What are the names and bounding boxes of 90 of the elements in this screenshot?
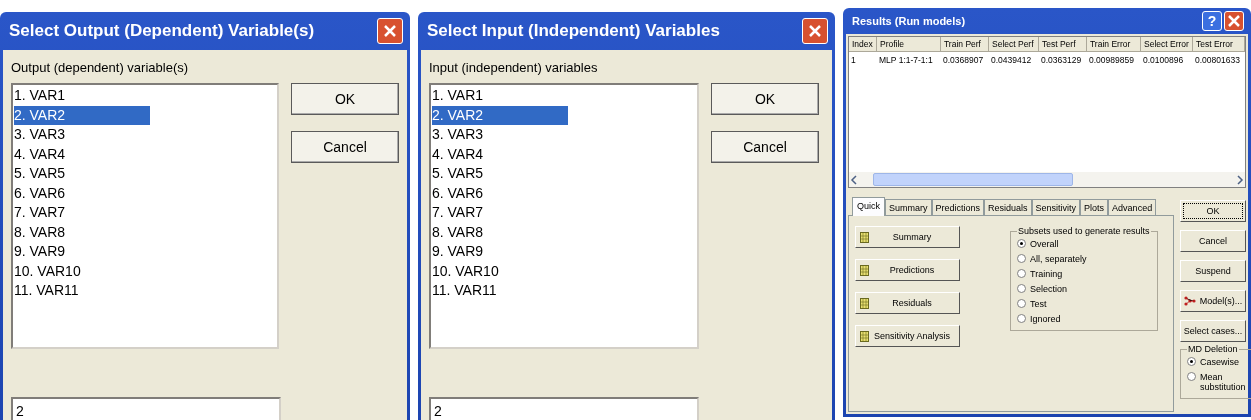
cancel-button[interactable]: Cancel: [291, 131, 399, 163]
help-button[interactable]: ?: [1202, 11, 1222, 31]
radio-option[interactable]: Mean substitution: [1187, 372, 1246, 392]
close-button[interactable]: [1224, 11, 1244, 31]
ok-button[interactable]: OK: [711, 83, 819, 115]
close-icon: [809, 25, 821, 37]
list-item[interactable]: 3. VAR3: [14, 125, 150, 145]
column-header[interactable]: Profile: [877, 37, 941, 52]
list-item[interactable]: 10. VAR10: [432, 261, 568, 281]
table-cell-text: 0.00989859: [1088, 54, 1135, 67]
grid-icon: [860, 297, 869, 309]
column-header[interactable]: Select Error: [1141, 37, 1193, 52]
list-item[interactable]: 4. VAR4: [432, 144, 568, 164]
close-button[interactable]: [377, 18, 403, 44]
window-title: Select Output (Dependent) Variable(s): [9, 21, 315, 41]
grid-icon: [860, 330, 869, 342]
table-cell-text: MLP 1:1-7-1:1: [878, 54, 934, 67]
column-header[interactable]: Index: [849, 37, 877, 52]
tab[interactable]: Plots: [1080, 199, 1109, 216]
tab[interactable]: Quick: [852, 197, 885, 216]
list-item[interactable]: 11. VAR11: [432, 281, 568, 301]
radio-option[interactable]: Training: [1017, 269, 1151, 279]
radio-option[interactable]: Casewise: [1187, 357, 1246, 367]
group-title: Subsets used to generate results: [1017, 226, 1151, 236]
radio-option[interactable]: All, separately: [1017, 254, 1151, 264]
list-item[interactable]: 10. VAR10: [14, 261, 150, 281]
list-item[interactable]: 5. VAR5: [14, 164, 150, 184]
list-item[interactable]: 5. VAR5: [432, 164, 568, 184]
report-button[interactable]: Sensitivity Analysis: [855, 325, 960, 347]
list-item[interactable]: 8. VAR8: [14, 222, 150, 242]
dialog-button[interactable]: Cancel: [1180, 230, 1246, 252]
column-header[interactable]: Select Perf: [989, 37, 1039, 52]
input-field[interactable]: 2: [11, 397, 281, 420]
models-button[interactable]: Model(s)...: [1180, 290, 1246, 312]
column-header[interactable]: Test Perf: [1039, 37, 1087, 52]
list-item[interactable]: 2. VAR2: [432, 105, 568, 125]
input-field[interactable]: 2: [429, 397, 699, 420]
scroll-right-icon[interactable]: [1235, 173, 1245, 186]
tab[interactable]: Predictions: [931, 199, 985, 216]
list-item[interactable]: 9. VAR9: [432, 242, 568, 262]
column-header[interactable]: Train Error: [1087, 37, 1141, 52]
list-item[interactable]: 1. VAR1: [432, 86, 568, 106]
radio-option[interactable]: Ignored: [1017, 314, 1151, 324]
list-label: Output (dependent) variable(s): [11, 60, 190, 75]
report-button[interactable]: Predictions: [855, 259, 960, 281]
list-item[interactable]: 6. VAR6: [14, 183, 150, 203]
list-item[interactable]: 6. VAR6: [432, 183, 568, 203]
ok-button[interactable]: OK: [291, 83, 399, 115]
table-cell-text: 0.0368907: [942, 54, 985, 67]
close-button[interactable]: [802, 18, 828, 44]
list-item[interactable]: 9. VAR9: [14, 242, 150, 262]
list-item[interactable]: 7. VAR7: [14, 203, 150, 223]
list-item[interactable]: 11. VAR11: [14, 281, 150, 301]
list-label: Input (independent) variables: [429, 60, 599, 75]
window-title: Select Input (Independent) Variables: [427, 21, 720, 41]
table-cell-text: 0.0363129: [1040, 54, 1083, 67]
column-header[interactable]: Test Error: [1193, 37, 1245, 52]
close-icon: [1228, 15, 1240, 27]
tab[interactable]: Advanced: [1108, 199, 1157, 216]
window-title: Results (Run models): [852, 15, 966, 27]
report-button[interactable]: Summary: [855, 226, 960, 248]
list-item[interactable]: 7. VAR7: [432, 203, 568, 223]
scroll-left-icon[interactable]: [849, 173, 859, 186]
tab[interactable]: Residuals: [984, 199, 1032, 216]
list-item[interactable]: 1. VAR1: [14, 86, 150, 106]
dialog-button[interactable]: Select cases...: [1180, 320, 1246, 342]
close-icon: [384, 25, 396, 37]
list-item[interactable]: 2. VAR2: [14, 105, 150, 125]
table-cell-text: 0.00801633: [1194, 54, 1241, 67]
list-item[interactable]: 3. VAR3: [432, 125, 568, 145]
list-item[interactable]: 8. VAR8: [432, 222, 568, 242]
tab[interactable]: Summary: [885, 199, 932, 216]
ok-button[interactable]: OK: [1180, 200, 1246, 222]
radio-option[interactable]: Selection: [1017, 284, 1151, 294]
grid-icon: [860, 264, 869, 276]
table-cell-text: 0.0439412: [990, 54, 1033, 67]
dialog-button[interactable]: Suspend: [1180, 260, 1246, 282]
network-icon: [1183, 296, 1196, 306]
radio-option[interactable]: Test: [1017, 299, 1151, 309]
table-cell-text: 1: [850, 54, 857, 67]
list-item[interactable]: 4. VAR4: [14, 144, 150, 164]
tab[interactable]: Sensitivity: [1031, 199, 1081, 216]
grid-icon: [860, 231, 869, 243]
report-button[interactable]: Residuals: [855, 292, 960, 314]
column-header[interactable]: Train Perf: [941, 37, 989, 52]
radio-option[interactable]: Overall: [1017, 239, 1151, 249]
horizontal-scrollbar[interactable]: [849, 172, 1245, 187]
table-cell-text: 0.0100896: [1142, 54, 1185, 67]
group-title: MD Deletion: [1187, 344, 1239, 354]
cancel-button[interactable]: Cancel: [711, 131, 819, 163]
